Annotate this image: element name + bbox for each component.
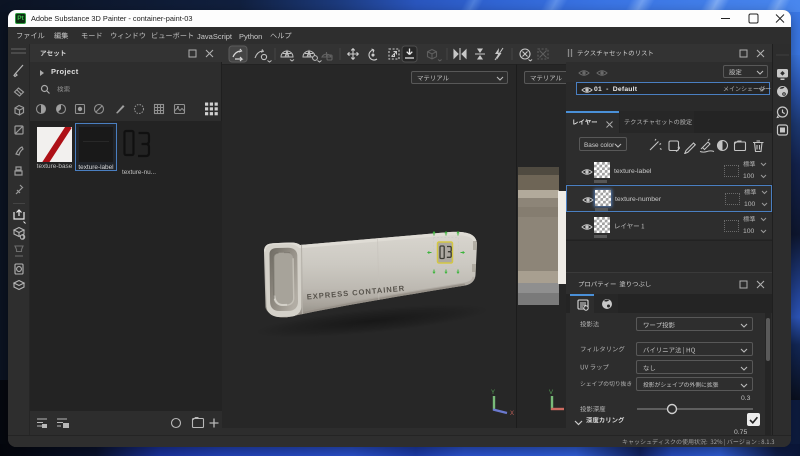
svg-text:V: V	[549, 390, 553, 396]
svg-text:Y: Y	[491, 390, 495, 396]
svg-text:X: X	[510, 411, 514, 417]
